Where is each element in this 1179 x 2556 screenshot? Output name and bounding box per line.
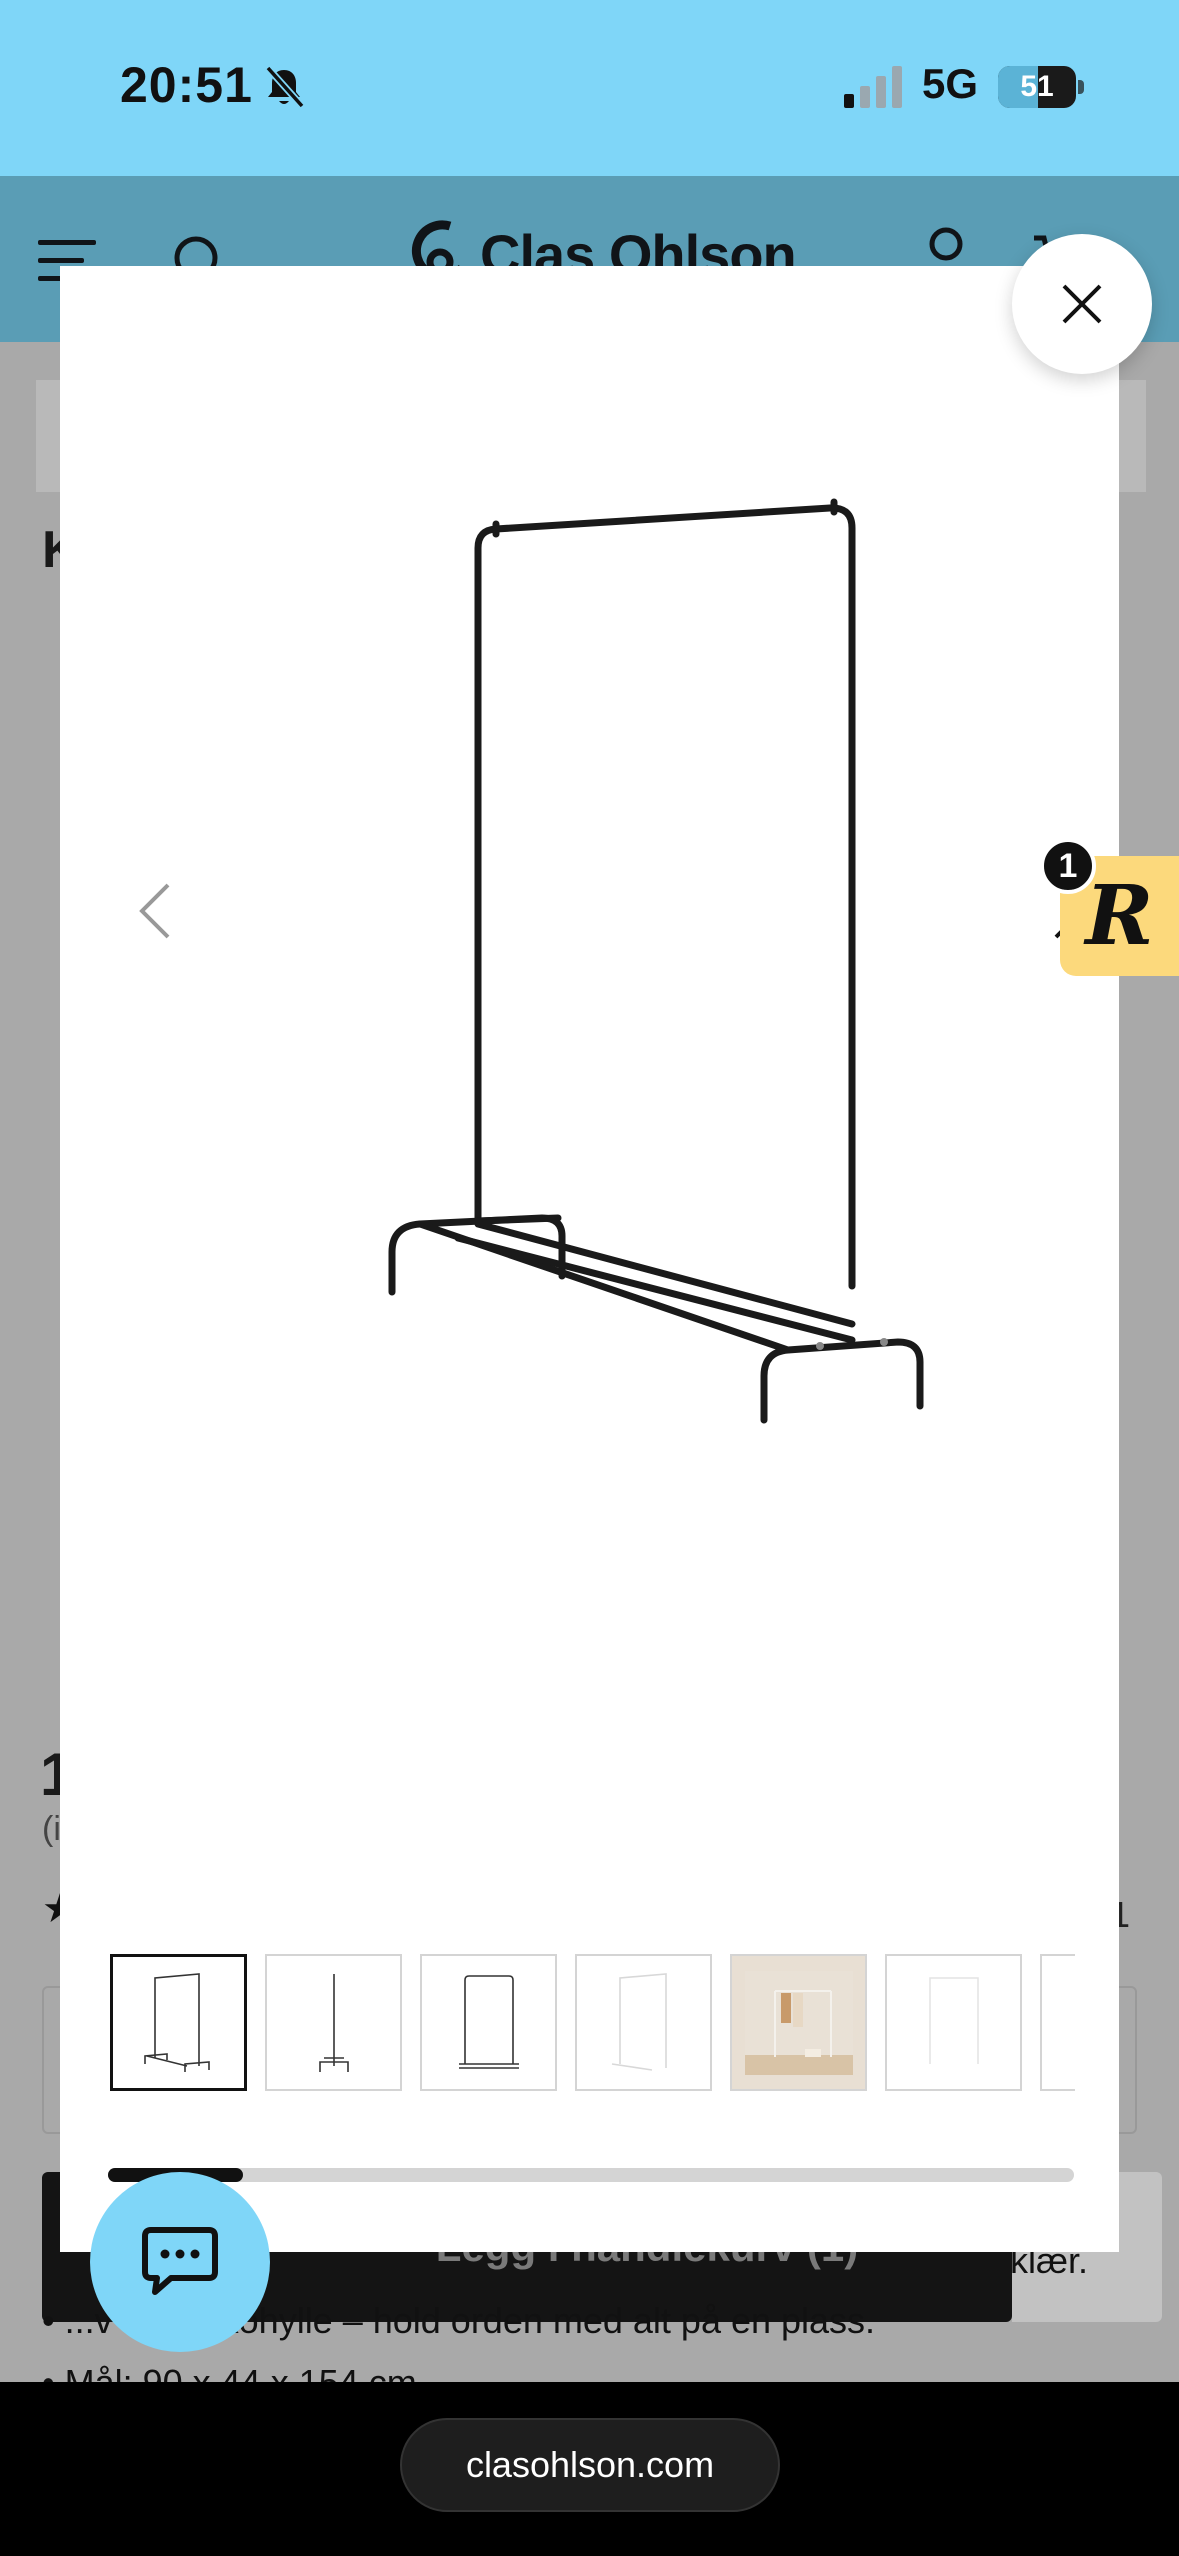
thumbnail-image (928, 1976, 979, 2064)
thumbnail-image (143, 1972, 210, 2072)
rewards-badge: 1 (1040, 838, 1096, 894)
thumbnail-image (318, 1973, 349, 2072)
status-bar: 20:51 5G 51 (0, 0, 1179, 176)
thumbnail-2[interactable] (265, 1954, 402, 2091)
chat-icon (142, 2227, 218, 2295)
rewards-logo: R (1085, 868, 1154, 964)
thumbnail-scrollbar[interactable] (108, 2168, 1074, 2182)
thumbnail-strip[interactable] (110, 1954, 1075, 2094)
price-vat-partial: (i (42, 1810, 61, 1848)
thumbnail-4[interactable] (575, 1954, 712, 2091)
bell-slash-icon (265, 65, 305, 109)
chat-button[interactable] (90, 2172, 270, 2352)
thumbnail-5[interactable] (730, 1954, 867, 2091)
network-type: 5G (922, 60, 979, 107)
thumbnail-image (611, 1972, 667, 2071)
image-gallery-modal (60, 266, 1119, 2252)
thumbnail-6[interactable] (885, 1954, 1022, 2091)
battery-level: 51 (1020, 70, 1054, 103)
chevron-left-icon (139, 883, 170, 939)
close-gallery-button[interactable] (1012, 234, 1152, 374)
battery-icon: 51 (998, 66, 1076, 108)
url-text: clasohlson.com (465, 2444, 715, 2485)
battery-tip (1078, 80, 1084, 94)
thumbnail-3[interactable] (420, 1954, 557, 2091)
url-bar[interactable]: clasohlson.com (400, 2418, 780, 2512)
thumbnail-lifestyle-photo (744, 1970, 853, 2075)
previous-image-button[interactable] (124, 866, 184, 956)
thumbnail-image (458, 1974, 519, 2069)
product-main-image[interactable] (310, 476, 970, 1496)
browser-bottom-bar: clasohlson.com (0, 2382, 1179, 2556)
thumbnail-7[interactable] (1040, 1954, 1075, 2091)
thumbnail-1[interactable] (110, 1954, 247, 2091)
status-time: 20:51 (120, 57, 253, 113)
close-icon (1062, 284, 1102, 324)
signal-icon (844, 66, 902, 108)
